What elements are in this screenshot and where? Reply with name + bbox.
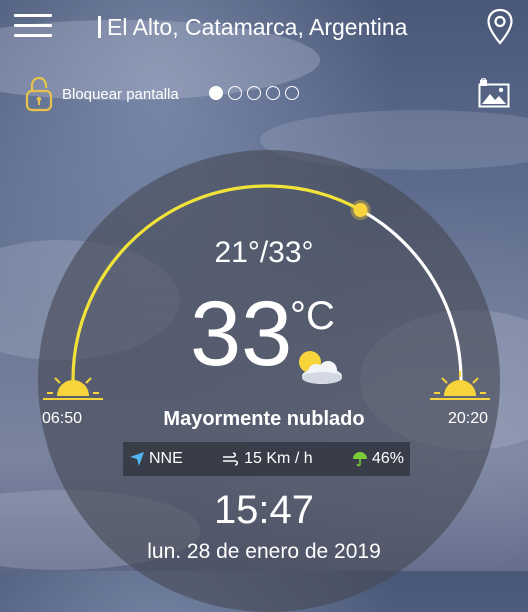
temperature-range: 21°/33° (214, 236, 314, 269)
map-pin-icon[interactable] (486, 8, 514, 46)
rain-chance: 46% (352, 450, 404, 468)
umbrella-icon (352, 452, 367, 467)
wind-direction-text: NNE (149, 450, 183, 467)
partly-cloudy-icon (299, 351, 342, 384)
current-temperature: 33 (190, 283, 293, 385)
weather-stats-bar: NNE 15 Km / h 46% (123, 442, 410, 476)
page-dot-2[interactable] (228, 86, 242, 100)
wind-direction: NNE (129, 450, 183, 468)
page-dot-3[interactable] (247, 86, 261, 100)
weather-condition: Mayormente nublado (163, 408, 365, 430)
wind-speed-text: 15 Km / h (244, 450, 313, 467)
page-dot-5[interactable] (285, 86, 299, 100)
navigation-arrow-icon (130, 452, 144, 466)
lock-screen-label: Bloquear pantalla (62, 85, 179, 103)
location-label[interactable]: El Alto, Catamarca, Argentina (98, 14, 407, 41)
lock-screen-button[interactable]: Bloquear pantalla (24, 76, 179, 112)
clock-date: lun. 28 de enero de 2019 (147, 540, 381, 563)
page-dot-1[interactable] (209, 86, 223, 100)
image-lock-icon[interactable] (478, 78, 510, 108)
text-cursor (98, 16, 101, 38)
temperature-unit: °C (290, 294, 335, 338)
wind-icon (223, 452, 239, 466)
padlock-icon (25, 76, 53, 112)
menu-button[interactable] (14, 12, 54, 40)
clock-time: 15:47 (213, 488, 315, 532)
rain-chance-text: 46% (371, 450, 404, 467)
location-text: El Alto, Catamarca, Argentina (107, 14, 408, 40)
wind-speed: 15 Km / h (222, 450, 313, 468)
page-indicator[interactable] (209, 86, 299, 100)
page-dot-4[interactable] (266, 86, 280, 100)
